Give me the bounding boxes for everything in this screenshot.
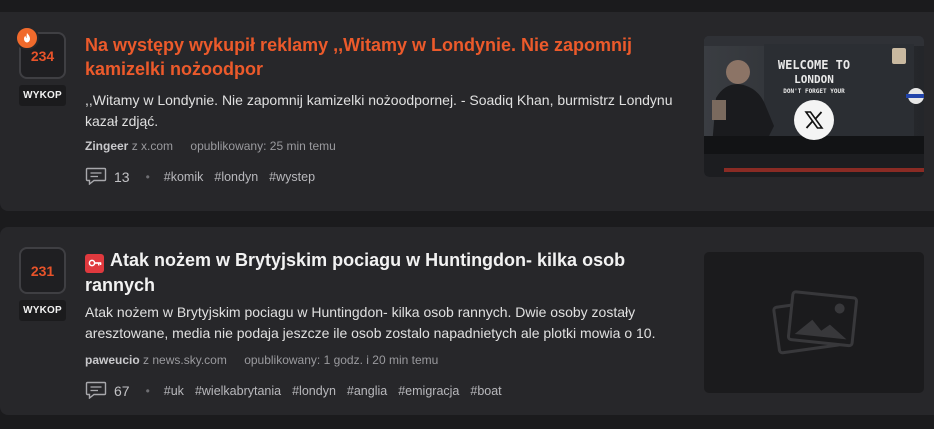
image-placeholder-icon [770, 288, 860, 363]
sign-line: LONDON [794, 73, 834, 86]
vote-count-box[interactable]: 231 [19, 247, 66, 294]
article-description: ,,Witamy w Londynie. Nie zapomnij kamize… [85, 92, 673, 129]
tag-link[interactable]: #boat [470, 384, 501, 398]
source-link[interactable]: x.com [141, 139, 173, 153]
article-thumbnail[interactable]: WELCOME TO LONDON DON'T FORGET YOUR [704, 36, 924, 177]
comment-count[interactable]: 13 [114, 169, 130, 185]
article-card: 231 WYKOP Atak nożem w Brytyjskim pociag… [0, 227, 934, 415]
published-time: opublikowany: 1 godz. i 20 min temu [244, 353, 439, 367]
source-link[interactable]: news.sky.com [152, 353, 226, 367]
separator-dot: • [145, 384, 150, 398]
tag-link[interactable]: #uk [164, 384, 184, 398]
vote-count: 231 [30, 262, 55, 279]
tag-link[interactable]: #komik [164, 170, 204, 184]
source-prefix: z [143, 353, 150, 367]
tag-link[interactable]: #anglia [347, 384, 387, 398]
article-footer: 13 • #komik #londyn #wystep [85, 167, 326, 187]
article-meta: Zingeer z x.com opublikowany: 25 min tem… [85, 139, 336, 153]
vote-count: 234 [30, 47, 55, 64]
comment-icon[interactable] [85, 381, 107, 402]
sign-line: DON'T FORGET YOUR [783, 88, 845, 95]
vote-widget: 231 WYKOP [19, 247, 66, 321]
published-time: opublikowany: 25 min temu [190, 139, 336, 153]
article-title[interactable]: Na występy wykupił reklamy ,,Witamy w Lo… [85, 33, 670, 81]
thumbnail-sign: WELCOME TO LONDON DON'T FORGET YOUR [764, 58, 864, 96]
article-footer: 67 • #uk #wielkabrytania #londyn #anglia… [85, 381, 513, 401]
article-description: Atak nożem w Brytyjskim pociagu w Huntin… [85, 304, 656, 341]
wykop-button[interactable]: WYKOP [19, 85, 66, 106]
wykop-button[interactable]: WYKOP [19, 300, 66, 321]
tag-link[interactable]: #wielkabrytania [195, 384, 281, 398]
tag-link[interactable]: #londyn [292, 384, 336, 398]
author-link[interactable]: paweucio [85, 353, 140, 367]
tag-link[interactable]: #wystep [269, 170, 315, 184]
vote-widget: 234 WYKOP [15, 26, 66, 106]
article-card: 234 WYKOP Na występy wykupił reklamy ,,W… [0, 12, 934, 211]
tag-link[interactable]: #londyn [214, 170, 258, 184]
x-logo-icon [794, 100, 834, 140]
flame-icon [15, 26, 39, 50]
author-link[interactable]: Zingeer [85, 139, 128, 153]
article-title[interactable]: Atak nożem w Brytyjskim pociagu w Huntin… [85, 248, 670, 297]
article-thumbnail[interactable] [704, 252, 924, 393]
vote-count-box[interactable]: 234 [15, 26, 66, 79]
knife-badge-icon [85, 253, 104, 273]
tag-link[interactable]: #emigracja [398, 384, 459, 398]
comment-icon[interactable] [85, 167, 107, 188]
article-meta: paweucio z news.sky.com opublikowany: 1 … [85, 353, 438, 367]
sign-line: WELCOME TO [777, 58, 851, 72]
source-prefix: z [131, 139, 138, 153]
article-title-text[interactable]: Atak nożem w Brytyjskim pociagu w Huntin… [85, 250, 625, 295]
comment-count[interactable]: 67 [114, 383, 130, 399]
article-title-text[interactable]: Na występy wykupił reklamy ,,Witamy w Lo… [85, 35, 632, 79]
separator-dot: • [145, 170, 150, 184]
